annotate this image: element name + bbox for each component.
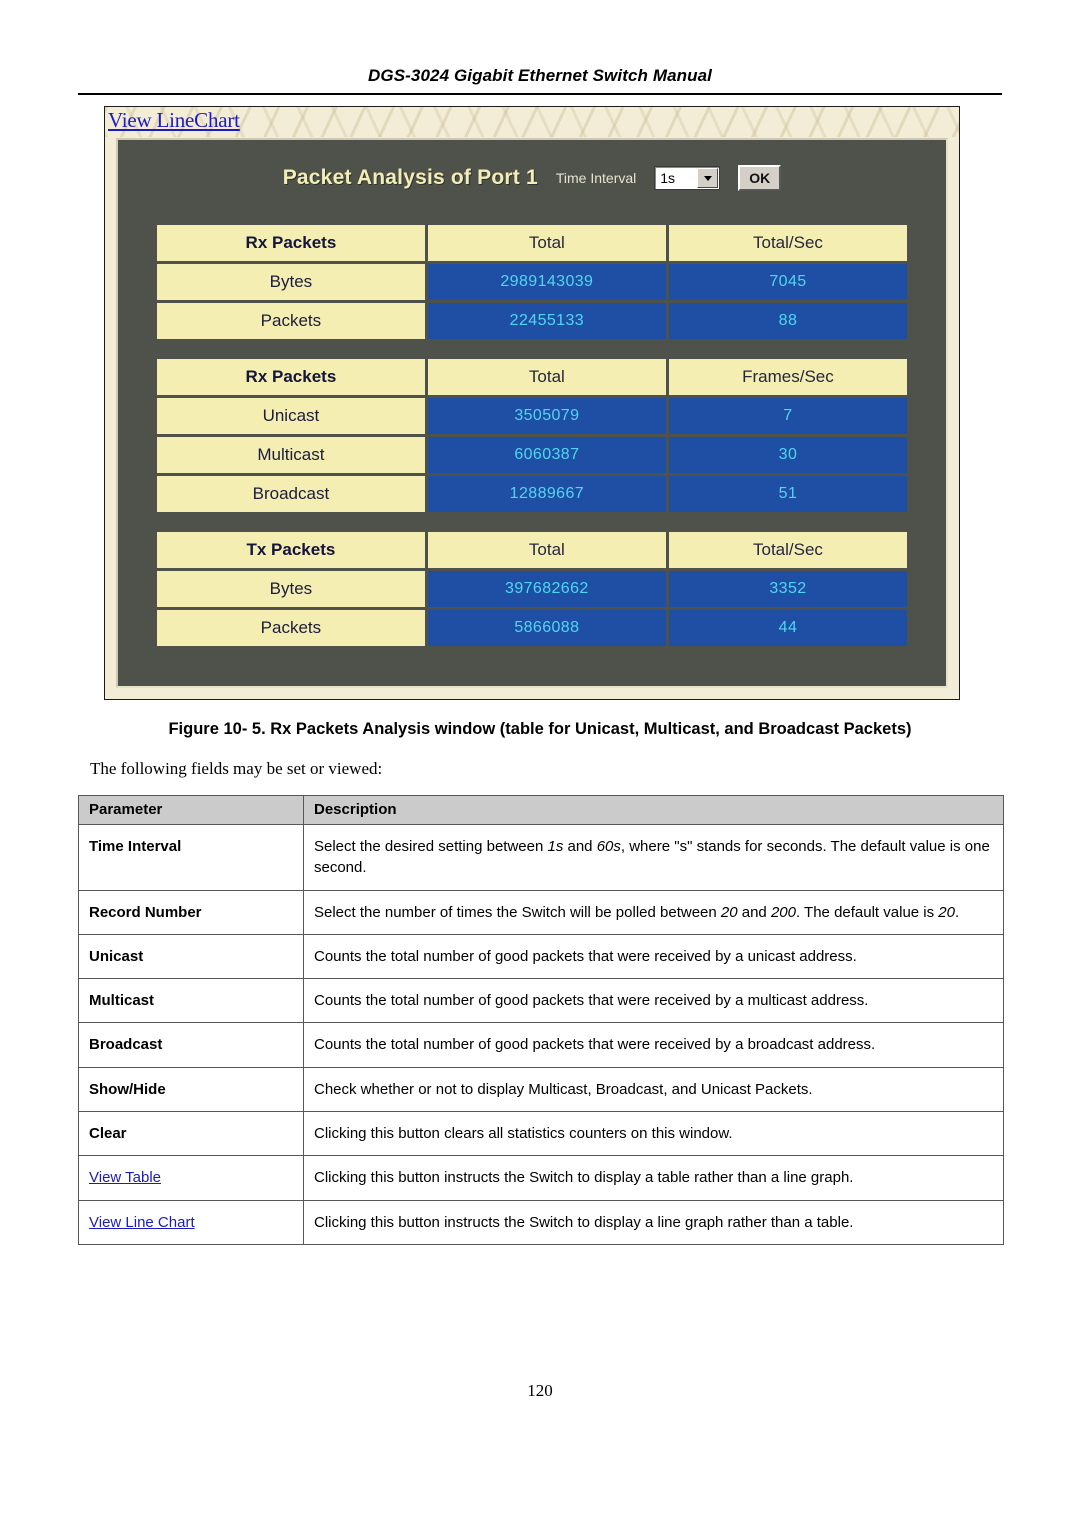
parameter-name: Broadcast: [78, 1022, 304, 1068]
stat-row-label: Packets: [157, 303, 425, 339]
stat-total-value: 397682662: [427, 571, 666, 607]
running-head: DGS-3024 Gigabit Ethernet Switch Manual: [78, 66, 1002, 86]
stat-column-header: Frames/Sec: [668, 359, 907, 395]
header-rule: [78, 93, 1002, 95]
table-row: Broadcast Counts the total number of good…: [78, 1022, 1004, 1068]
table-row: Unicast Counts the total number of good p…: [78, 933, 1004, 980]
stat-row-label: Unicast: [157, 398, 425, 434]
parameter-name: Record Number: [78, 889, 304, 935]
stat-row-label: Bytes: [157, 264, 425, 300]
time-interval-select[interactable]: 1s: [654, 166, 721, 190]
stat-row-label: Packets: [157, 610, 425, 646]
parameter-description: Clicking this button clears all statisti…: [303, 1111, 1004, 1157]
stat-rate-value: 3352: [668, 571, 907, 607]
stat-table-header-row: Tx Packets Total Total/Sec: [157, 532, 907, 568]
view-line-chart-link[interactable]: View LineChart: [108, 108, 240, 133]
stat-rate-value: 7: [668, 398, 907, 434]
stat-row: Packets 5866088 44: [157, 610, 907, 646]
page-number: 120: [527, 1381, 553, 1400]
stat-rate-value: 30: [668, 437, 907, 473]
stat-row: Multicast 6060387 30: [157, 437, 907, 473]
table-row: Clear Clicking this button clears all sta…: [78, 1111, 1004, 1157]
stat-total-value: 3505079: [427, 398, 666, 434]
stat-row: Bytes 397682662 3352: [157, 571, 907, 607]
stat-column-header: Total: [427, 359, 666, 395]
manual-title: DGS-3024 Gigabit Ethernet Switch Manual: [368, 66, 712, 85]
table-row: View Table Clicking this button instructs…: [78, 1155, 1004, 1201]
column-header-parameter: Parameter: [78, 795, 304, 825]
statistics-tables: Rx Packets Total Total/Sec Bytes 2989143039 7…: [154, 222, 910, 663]
parameter-name-link[interactable]: View Table: [78, 1155, 304, 1201]
parameter-name: Unicast: [78, 933, 304, 980]
parameter-description: Select the desired setting between 1s an…: [303, 824, 1004, 891]
intro-text: The following fields may be set or viewe…: [90, 759, 383, 778]
parameter-description: Check whether or not to display Multicas…: [303, 1066, 1004, 1113]
parameter-table-body: Time Interval Select the desired setting …: [78, 824, 1004, 1245]
stat-table-1: Rx Packets Total Total/Sec Bytes 2989143039 7…: [154, 222, 910, 342]
stat-row-label: Bytes: [157, 571, 425, 607]
stat-row: Unicast 3505079 7: [157, 398, 907, 434]
table-row: Multicast Counts the total number of good…: [78, 978, 1004, 1024]
stat-total-value: 2989143039: [427, 264, 666, 300]
figure-caption: Figure 10- 5. Rx Packets Analysis window…: [168, 720, 912, 738]
panel-header: Packet Analysis of Port 1 Time Interval …: [118, 158, 946, 198]
table-row: Show/Hide Check whether or not to display…: [78, 1066, 1004, 1113]
stat-total-value: 5866088: [427, 610, 666, 646]
stat-total-value: 6060387: [427, 437, 666, 473]
parameter-description: Clicking this button instructs the Switc…: [303, 1155, 1004, 1201]
stat-rate-value: 7045: [668, 264, 907, 300]
stat-group-label: Rx Packets: [157, 225, 425, 261]
table-row: View Line Chart Clicking this button inst…: [78, 1199, 1004, 1245]
table-row: Record Number Select the number of times …: [78, 889, 1004, 935]
chevron-down-icon[interactable]: [697, 168, 719, 188]
stat-column-header: Total/Sec: [668, 532, 907, 568]
parameter-description: Counts the total number of good packets …: [303, 1022, 1004, 1068]
parameter-description: Clicking this button instructs the Switc…: [303, 1199, 1004, 1245]
parameter-table-header-row: Parameter Description: [78, 795, 1004, 825]
stat-rate-value: 88: [668, 303, 907, 339]
stat-row: Broadcast 12889667 51: [157, 476, 907, 512]
stat-table-header-row: Rx Packets Total Total/Sec: [157, 225, 907, 261]
table-row: Time Interval Select the desired setting …: [78, 824, 1004, 891]
packet-analysis-panel: Packet Analysis of Port 1 Time Interval …: [116, 138, 948, 688]
stat-total-value: 22455133: [427, 303, 666, 339]
stat-row-label: Multicast: [157, 437, 425, 473]
parameter-description: Select the number of times the Switch wi…: [303, 889, 1004, 935]
stat-table-2: Rx Packets Total Frames/Sec Unicast 3505079 7…: [154, 356, 910, 515]
stat-row: Packets 22455133 88: [157, 303, 907, 339]
column-header-description: Description: [303, 795, 1004, 825]
stat-total-value: 12889667: [427, 476, 666, 512]
stat-rate-value: 44: [668, 610, 907, 646]
stat-table-3: Tx Packets Total Total/Sec Bytes 397682662 33…: [154, 529, 910, 649]
stat-rate-value: 51: [668, 476, 907, 512]
ok-button[interactable]: OK: [738, 165, 782, 191]
panel-title: Packet Analysis of Port 1: [282, 166, 538, 189]
stat-column-header: Total/Sec: [668, 225, 907, 261]
stat-column-header: Total: [427, 225, 666, 261]
time-interval-label: Time Interval: [555, 170, 637, 186]
time-interval-value: 1s: [660, 170, 676, 186]
stat-table-header-row: Rx Packets Total Frames/Sec: [157, 359, 907, 395]
parameter-name-link[interactable]: View Line Chart: [78, 1199, 304, 1245]
parameter-name: Time Interval: [78, 824, 304, 891]
parameter-name: Clear: [78, 1111, 304, 1157]
figure-screenshot: View LineChart Packet Analysis of Port 1…: [104, 106, 960, 700]
parameter-name: Show/Hide: [78, 1066, 304, 1113]
parameter-table: Parameter Description Time Interval Selec…: [78, 795, 1004, 1245]
stat-group-label: Rx Packets: [157, 359, 425, 395]
stat-group-label: Tx Packets: [157, 532, 425, 568]
parameter-name: Multicast: [78, 978, 304, 1024]
parameter-description: Counts the total number of good packets …: [303, 978, 1004, 1024]
stat-row-label: Broadcast: [157, 476, 425, 512]
stat-column-header: Total: [427, 532, 666, 568]
stat-row: Bytes 2989143039 7045: [157, 264, 907, 300]
parameter-description: Counts the total number of good packets …: [303, 933, 1004, 980]
